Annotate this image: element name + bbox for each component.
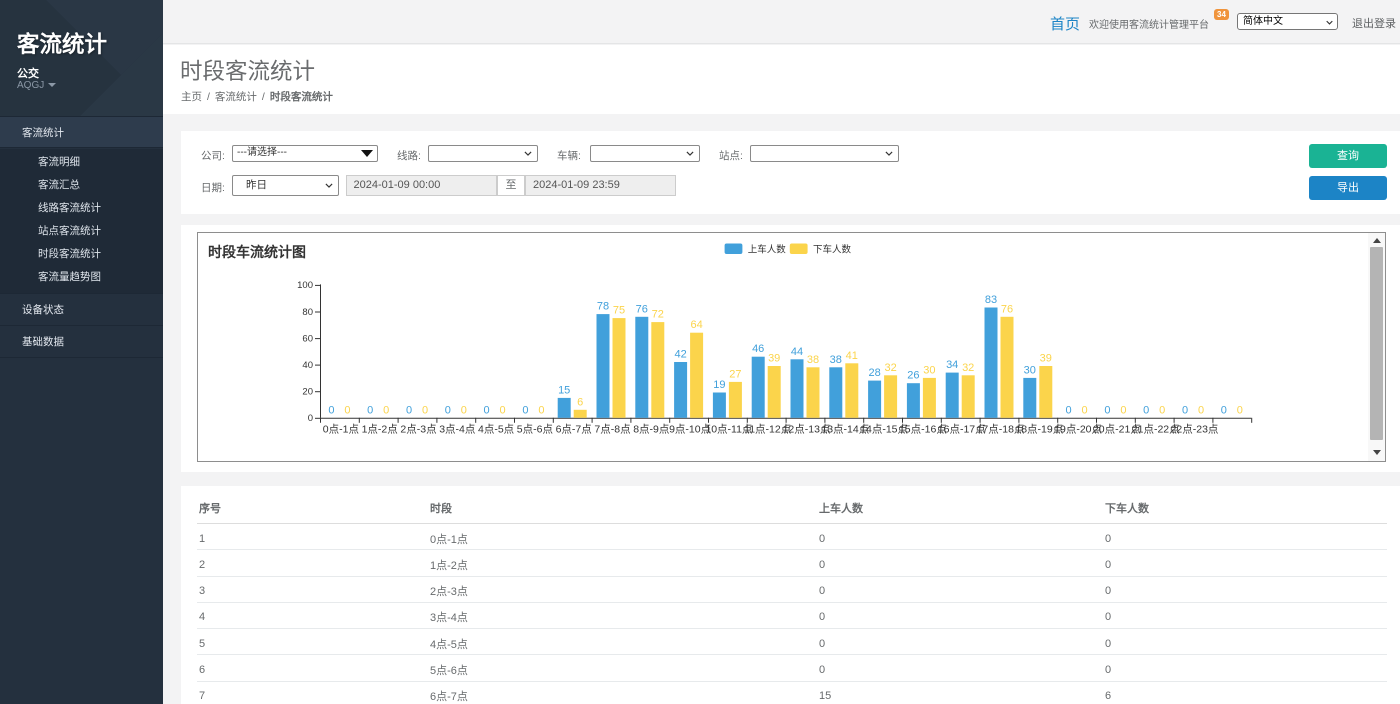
svg-text:0: 0 [538,404,544,416]
svg-text:60: 60 [302,333,313,344]
svg-text:30: 30 [923,364,935,376]
svg-text:0: 0 [1237,404,1243,416]
svg-text:0: 0 [1143,404,1149,416]
svg-text:78: 78 [597,301,609,313]
svg-text:20: 20 [302,387,313,398]
svg-text:0: 0 [1221,404,1227,416]
svg-text:28: 28 [868,367,880,379]
svg-text:0: 0 [1120,404,1126,416]
svg-text:42: 42 [674,349,686,361]
svg-text:4点-5点: 4点-5点 [478,423,514,435]
svg-text:0: 0 [500,404,506,416]
svg-text:0: 0 [328,404,334,416]
svg-text:80: 80 [302,307,313,318]
svg-text:3点-4点: 3点-4点 [439,423,475,435]
svg-text:19: 19 [713,379,725,391]
svg-text:6点-7点: 6点-7点 [556,423,592,435]
svg-text:0: 0 [367,404,373,416]
svg-text:1点-2点: 1点-2点 [362,423,398,435]
svg-text:72: 72 [652,309,664,321]
svg-text:44: 44 [791,346,803,358]
svg-text:75: 75 [613,305,625,317]
svg-text:上车人数: 上车人数 [748,244,787,256]
svg-text:38: 38 [807,354,819,366]
svg-text:0: 0 [484,404,490,416]
svg-text:32: 32 [962,362,974,374]
svg-text:30: 30 [1024,364,1036,376]
svg-text:2点-3点: 2点-3点 [400,423,436,435]
svg-text:0: 0 [383,404,389,416]
svg-text:5点-6点: 5点-6点 [517,423,553,435]
svg-text:39: 39 [1040,353,1052,365]
svg-text:26: 26 [907,370,919,382]
svg-text:40: 40 [302,360,313,371]
svg-text:76: 76 [636,303,648,315]
svg-text:83: 83 [985,294,997,306]
svg-text:64: 64 [690,319,702,331]
svg-text:0: 0 [1182,404,1188,416]
svg-text:0: 0 [406,404,412,416]
svg-text:34: 34 [946,359,958,371]
svg-text:7点-8点: 7点-8点 [594,423,630,435]
svg-text:0: 0 [344,404,350,416]
svg-text:41: 41 [846,350,858,362]
svg-text:0: 0 [522,404,528,416]
svg-text:0: 0 [422,404,428,416]
svg-text:0: 0 [1082,404,1088,416]
svg-text:32: 32 [884,362,896,374]
svg-text:27: 27 [729,368,741,380]
svg-text:0: 0 [1198,404,1204,416]
svg-text:0点-1点: 0点-1点 [323,423,359,435]
svg-text:6: 6 [577,396,583,408]
svg-text:38: 38 [830,354,842,366]
svg-text:0: 0 [1159,404,1165,416]
svg-text:15: 15 [558,384,570,396]
svg-text:0: 0 [461,404,467,416]
svg-text:46: 46 [752,343,764,355]
svg-text:0: 0 [1104,404,1110,416]
svg-text:下车人数: 下车人数 [813,244,852,256]
svg-text:22点-23点: 22点-23点 [1171,423,1219,435]
svg-text:8点-9点: 8点-9点 [633,423,669,435]
svg-text:76: 76 [1001,303,1013,315]
svg-text:0: 0 [1066,404,1072,416]
svg-text:0: 0 [445,404,451,416]
svg-text:100: 100 [297,280,313,291]
svg-text:0: 0 [308,413,313,424]
svg-text:39: 39 [768,353,780,365]
